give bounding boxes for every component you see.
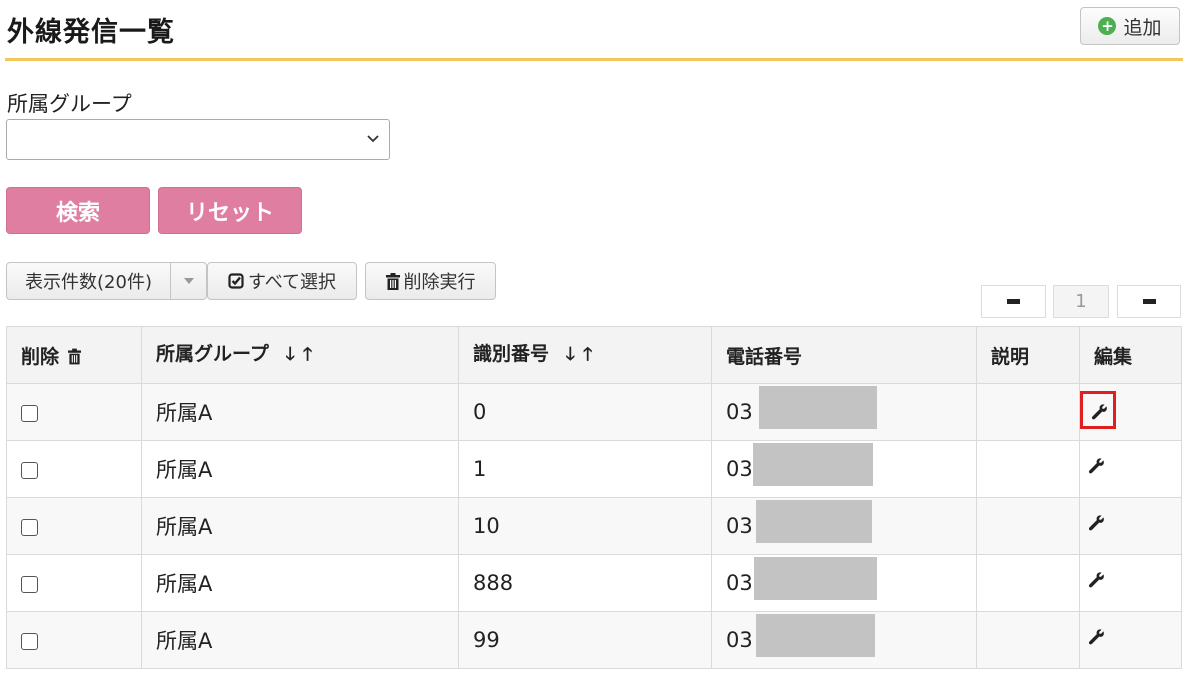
trash-icon — [385, 272, 400, 290]
cell-group: 所属A — [141, 611, 459, 669]
col-phone-label: 電話番号 — [726, 345, 803, 368]
row-checkbox[interactable] — [21, 518, 38, 536]
minus-icon — [1007, 299, 1020, 304]
add-button-label: 追加 — [1123, 16, 1162, 39]
cell-phone-value: 03 — [726, 400, 753, 424]
col-delete: 削除 — [6, 326, 142, 384]
cell-phone: 03 — [711, 611, 977, 669]
col-group-label: 所属グループ — [156, 342, 269, 365]
table-row: 所属A 0 03 — [6, 383, 1182, 441]
cell-phone: 03 — [711, 554, 977, 612]
title-divider — [5, 58, 1183, 61]
cell-id: 0 — [458, 383, 712, 441]
cell-id: 1 — [458, 440, 712, 498]
col-id-label: 識別番号 — [473, 342, 550, 365]
wrench-icon — [1088, 628, 1104, 644]
chevron-down-icon — [367, 135, 379, 143]
cell-group: 所属A — [141, 383, 459, 441]
row-checkbox[interactable] — [21, 404, 38, 422]
edit-button[interactable] — [1080, 448, 1116, 486]
cell-group: 所属A — [141, 497, 459, 555]
row-checkbox[interactable] — [21, 461, 38, 479]
search-button[interactable]: 検索 — [6, 187, 150, 234]
col-phone: 電話番号 — [711, 326, 977, 384]
table-row: 所属A 10 03 — [6, 497, 1182, 555]
table-row: 所属A 99 03 — [6, 611, 1182, 669]
edit-button[interactable] — [1080, 505, 1116, 543]
edit-button[interactable] — [1080, 390, 1116, 429]
group-filter-label: 所属グループ — [7, 92, 132, 116]
col-desc: 説明 — [976, 326, 1080, 384]
outbound-line-table: 削除 所属グループ 🡓🡑 識別番号 🡓🡑 電話番号 説明 編集 所属A 0 03… — [6, 326, 1182, 669]
wrench-icon — [1088, 457, 1104, 473]
cell-phone: 03 — [711, 383, 977, 441]
pager-current-page: 1 — [1053, 285, 1109, 318]
redaction-mask — [756, 500, 872, 543]
cell-phone: 03 — [711, 497, 977, 555]
col-edit: 編集 — [1079, 326, 1182, 384]
col-group[interactable]: 所属グループ 🡓🡑 — [141, 326, 459, 384]
cell-desc — [976, 440, 1080, 498]
caret-down-icon — [183, 278, 194, 284]
page-size-dropdown-toggle[interactable] — [170, 262, 207, 300]
reset-button[interactable]: リセット — [158, 187, 302, 234]
col-delete-label: 削除 — [21, 345, 60, 368]
cell-phone-value: 03 — [726, 514, 753, 538]
cell-id: 99 — [458, 611, 712, 669]
cell-desc — [976, 383, 1080, 441]
pager-next-button[interactable] — [1117, 285, 1181, 318]
redaction-mask — [754, 557, 877, 600]
sort-desc-icon[interactable]: 🡓 — [286, 344, 303, 365]
trash-icon — [67, 348, 81, 364]
cell-group: 所属A — [141, 554, 459, 612]
cell-id: 888 — [458, 554, 712, 612]
col-id[interactable]: 識別番号 🡓🡑 — [458, 326, 712, 384]
delete-execute-button[interactable]: 削除実行 — [365, 262, 496, 300]
page-title: 外線発信一覧 — [7, 17, 175, 48]
cell-phone-value: 03 — [726, 457, 753, 481]
page-size-button[interactable]: 表示件数(20件) — [6, 262, 171, 300]
cell-id: 10 — [458, 497, 712, 555]
pager-prev-button[interactable] — [981, 285, 1046, 318]
col-desc-label: 説明 — [991, 345, 1030, 368]
redaction-mask — [753, 443, 873, 486]
minus-icon — [1142, 299, 1156, 304]
cell-desc — [976, 611, 1080, 669]
table-row: 所属A 1 03 — [6, 440, 1182, 498]
edit-button[interactable] — [1080, 619, 1116, 657]
row-checkbox[interactable] — [21, 575, 38, 593]
cell-phone-value: 03 — [726, 571, 753, 595]
add-button[interactable]: + 追加 — [1080, 7, 1180, 45]
table-row: 所属A 888 03 — [6, 554, 1182, 612]
cell-desc — [976, 497, 1080, 555]
cell-phone-value: 03 — [726, 628, 753, 652]
redaction-mask — [759, 386, 877, 429]
select-all-label: すべて選択 — [247, 272, 337, 293]
sort-asc-icon[interactable]: 🡑 — [583, 344, 600, 365]
group-select[interactable] — [6, 119, 390, 160]
wrench-icon — [1088, 514, 1104, 530]
cell-phone: 03 — [711, 440, 977, 498]
redaction-mask — [756, 614, 875, 657]
cell-group: 所属A — [141, 440, 459, 498]
delete-execute-label: 削除実行 — [403, 272, 476, 293]
sort-desc-icon[interactable]: 🡓 — [566, 344, 583, 365]
col-edit-label: 編集 — [1094, 345, 1133, 368]
plus-circle-icon: + — [1098, 17, 1117, 35]
cell-desc — [976, 554, 1080, 612]
select-all-button[interactable]: すべて選択 — [207, 262, 357, 300]
sort-asc-icon[interactable]: 🡑 — [303, 344, 320, 365]
edit-button[interactable] — [1080, 562, 1116, 600]
row-checkbox[interactable] — [21, 632, 38, 650]
check-square-icon — [228, 273, 244, 289]
wrench-icon — [1091, 403, 1107, 419]
wrench-icon — [1088, 571, 1104, 587]
